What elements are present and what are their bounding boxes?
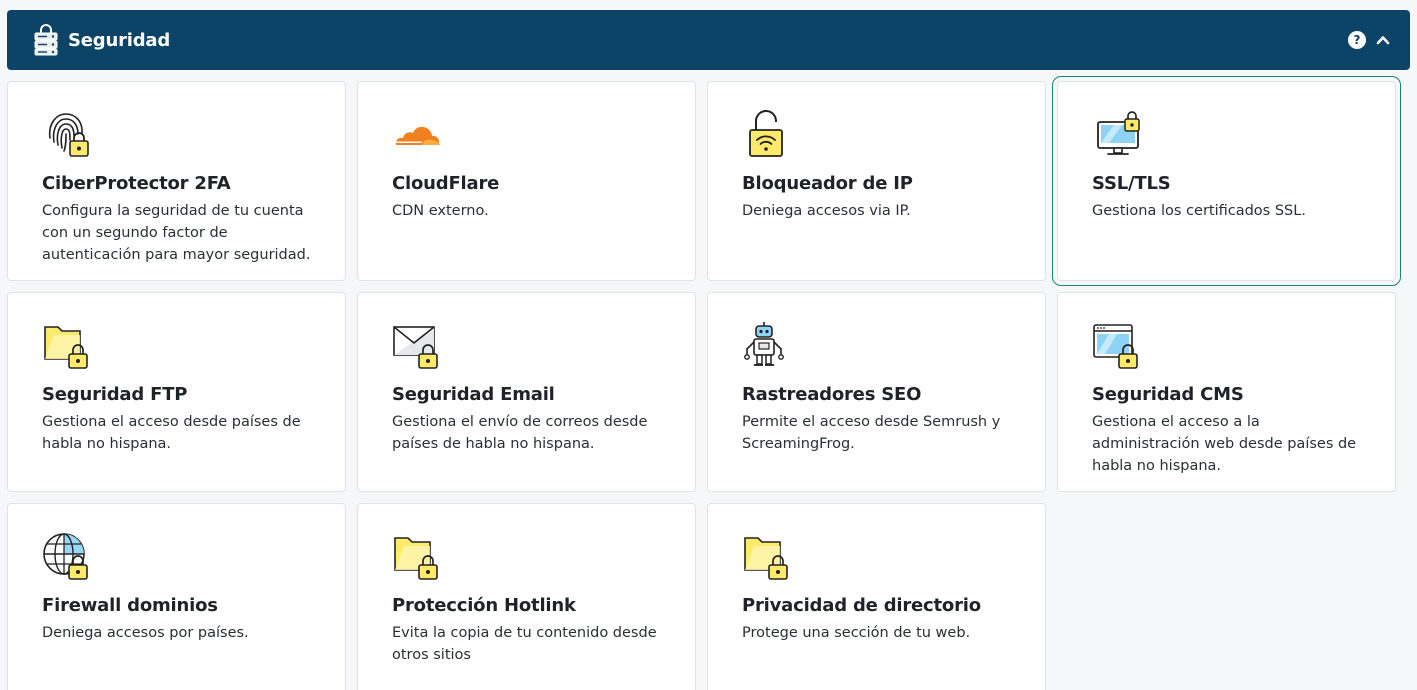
card-proteccion-hotlink[interactable]: Protección Hotlink Evita la copia de tu …	[357, 503, 696, 690]
envelope-lock-icon	[392, 319, 444, 371]
folder-lock-icon	[42, 319, 94, 371]
wifi-lock-icon	[742, 108, 794, 160]
card-description: Permite el acceso desde Semrush y Scream…	[742, 414, 1001, 452]
card-seguridad-cms[interactable]: Seguridad CMS Gestiona el acceso a la ad…	[1057, 292, 1396, 492]
globe-lock-icon	[42, 530, 94, 582]
section-title: Seguridad	[68, 29, 171, 51]
security-section-header[interactable]: Seguridad ?	[7, 10, 1410, 70]
fingerprint-lock-icon	[42, 108, 94, 160]
card-description: Deniega accesos por países.	[42, 625, 249, 641]
card-bloqueador-ip[interactable]: Bloqueador de IP Deniega accesos via IP.	[707, 81, 1046, 281]
card-title: SSL/TLS	[1092, 173, 1171, 194]
robot-icon	[742, 319, 794, 371]
card-title: Protección Hotlink	[392, 595, 576, 616]
folder-lock-icon	[392, 530, 444, 582]
card-description: Deniega accesos via IP.	[742, 203, 911, 219]
help-icon[interactable]: ?	[1348, 31, 1366, 49]
card-description: CDN externo.	[392, 203, 489, 219]
card-ssl-tls[interactable]: SSL/TLS Gestiona los certificados SSL.	[1052, 76, 1401, 286]
card-rastreadores-seo[interactable]: Rastreadores SEO Permite el acceso desde…	[707, 292, 1046, 492]
card-firewall-dominios[interactable]: Firewall dominios Deniega accesos por pa…	[7, 503, 346, 690]
card-privacidad-directorio[interactable]: Privacidad de directorio Protege una sec…	[707, 503, 1046, 690]
security-tools-grid: CiberProtector 2FA Configura la segurida…	[7, 76, 1410, 690]
card-title: Privacidad de directorio	[742, 595, 981, 616]
server-lock-icon	[32, 23, 60, 57]
chevron-up-icon[interactable]	[1374, 31, 1392, 49]
card-ciberprotector-2fa[interactable]: CiberProtector 2FA Configura la segurida…	[7, 81, 346, 281]
card-seguridad-email[interactable]: Seguridad Email Gestiona el envío de cor…	[357, 292, 696, 492]
card-title: Firewall dominios	[42, 595, 218, 616]
card-description: Configura la seguridad de tu cuenta con …	[42, 203, 311, 263]
card-description: Gestiona los certificados SSL.	[1092, 203, 1306, 219]
card-description: Gestiona el acceso a la administración w…	[1092, 414, 1357, 474]
card-cloudflare[interactable]: CloudFlare CDN externo.	[357, 81, 696, 281]
card-title: Rastreadores SEO	[742, 384, 922, 405]
monitor-lock-icon	[1092, 108, 1144, 160]
card-description: Gestiona el acceso desde países de habla…	[42, 414, 301, 452]
browser-lock-icon	[1092, 319, 1144, 371]
card-title: CiberProtector 2FA	[42, 173, 231, 194]
card-description: Evita la copia de tu contenido desde otr…	[392, 625, 657, 663]
card-seguridad-ftp[interactable]: Seguridad FTP Gestiona el acceso desde p…	[7, 292, 346, 492]
card-description: Gestiona el envío de correos desde paíse…	[392, 414, 648, 452]
card-title: Bloqueador de IP	[742, 173, 913, 194]
folder-lock-icon	[742, 530, 794, 582]
card-title: CloudFlare	[392, 173, 500, 194]
card-title: Seguridad FTP	[42, 384, 188, 405]
cloudflare-icon	[392, 108, 444, 160]
card-title: Seguridad CMS	[1092, 384, 1244, 405]
card-title: Seguridad Email	[392, 384, 555, 405]
card-description: Protege una sección de tu web.	[742, 625, 971, 641]
